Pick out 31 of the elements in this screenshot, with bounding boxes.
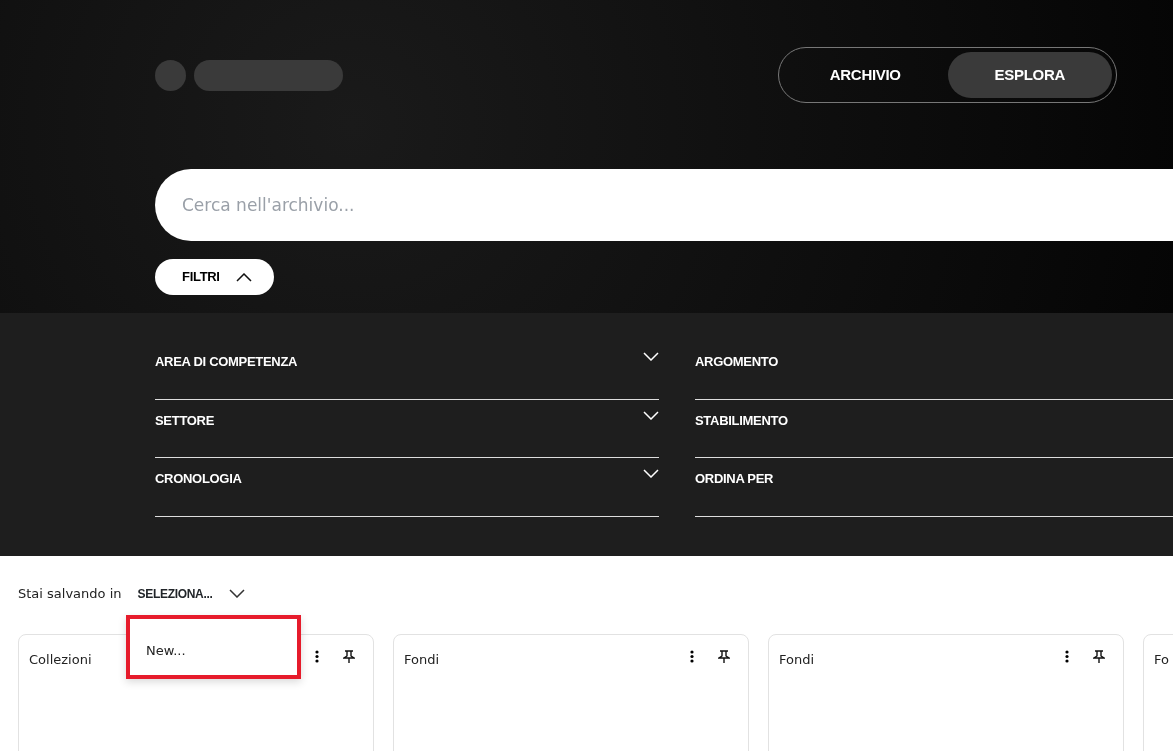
card-title: Fondi [404, 650, 440, 669]
menu-item[interactable]: New... [146, 641, 297, 661]
logo-placeholder [155, 59, 186, 91]
card-title: Collezioni [29, 650, 92, 669]
chevron-down-icon [643, 469, 659, 478]
collection-card[interactable]: Fondi [768, 633, 1124, 751]
filter-dropdown[interactable]: ARGOMENTO [695, 341, 1173, 400]
chevron-down-icon [643, 352, 659, 361]
filter-dropdown[interactable]: ORDINA PER [695, 458, 1173, 517]
collection-select[interactable]: SELEZIONA... [137, 584, 245, 603]
collection-card[interactable]: Fo [1143, 633, 1173, 751]
pin-icon[interactable] [343, 649, 355, 664]
filters-button[interactable]: FILTRI [155, 259, 274, 295]
more-options-icon[interactable] [315, 650, 319, 663]
more-options-icon[interactable] [690, 650, 694, 663]
card-title: Fo [1154, 650, 1169, 669]
collection-card[interactable]: Fondi [393, 633, 749, 751]
chevron-down-icon [643, 410, 659, 420]
filter-dropdown[interactable]: SETTORE [155, 399, 659, 458]
chevron-down-icon [228, 589, 245, 599]
search-field[interactable]: Cerca nell'archivio... [155, 169, 1173, 241]
filter-dropdown[interactable]: CRONOLOGIA [155, 458, 659, 517]
nav-tab[interactable]: ARCHIVIO [783, 52, 948, 98]
more-options-icon[interactable] [1065, 650, 1069, 663]
pin-icon[interactable] [718, 649, 730, 664]
filter-dropdown[interactable]: STABILIMENTO [695, 399, 1173, 458]
pin-icon[interactable] [1093, 649, 1105, 664]
card-title: Fondi [779, 650, 815, 669]
filter-dropdown[interactable]: AREA DI COMPETENZA [155, 341, 659, 400]
saving-label: Stai salvando in [18, 585, 122, 603]
nav-tab[interactable]: ESPLORA [947, 52, 1112, 98]
